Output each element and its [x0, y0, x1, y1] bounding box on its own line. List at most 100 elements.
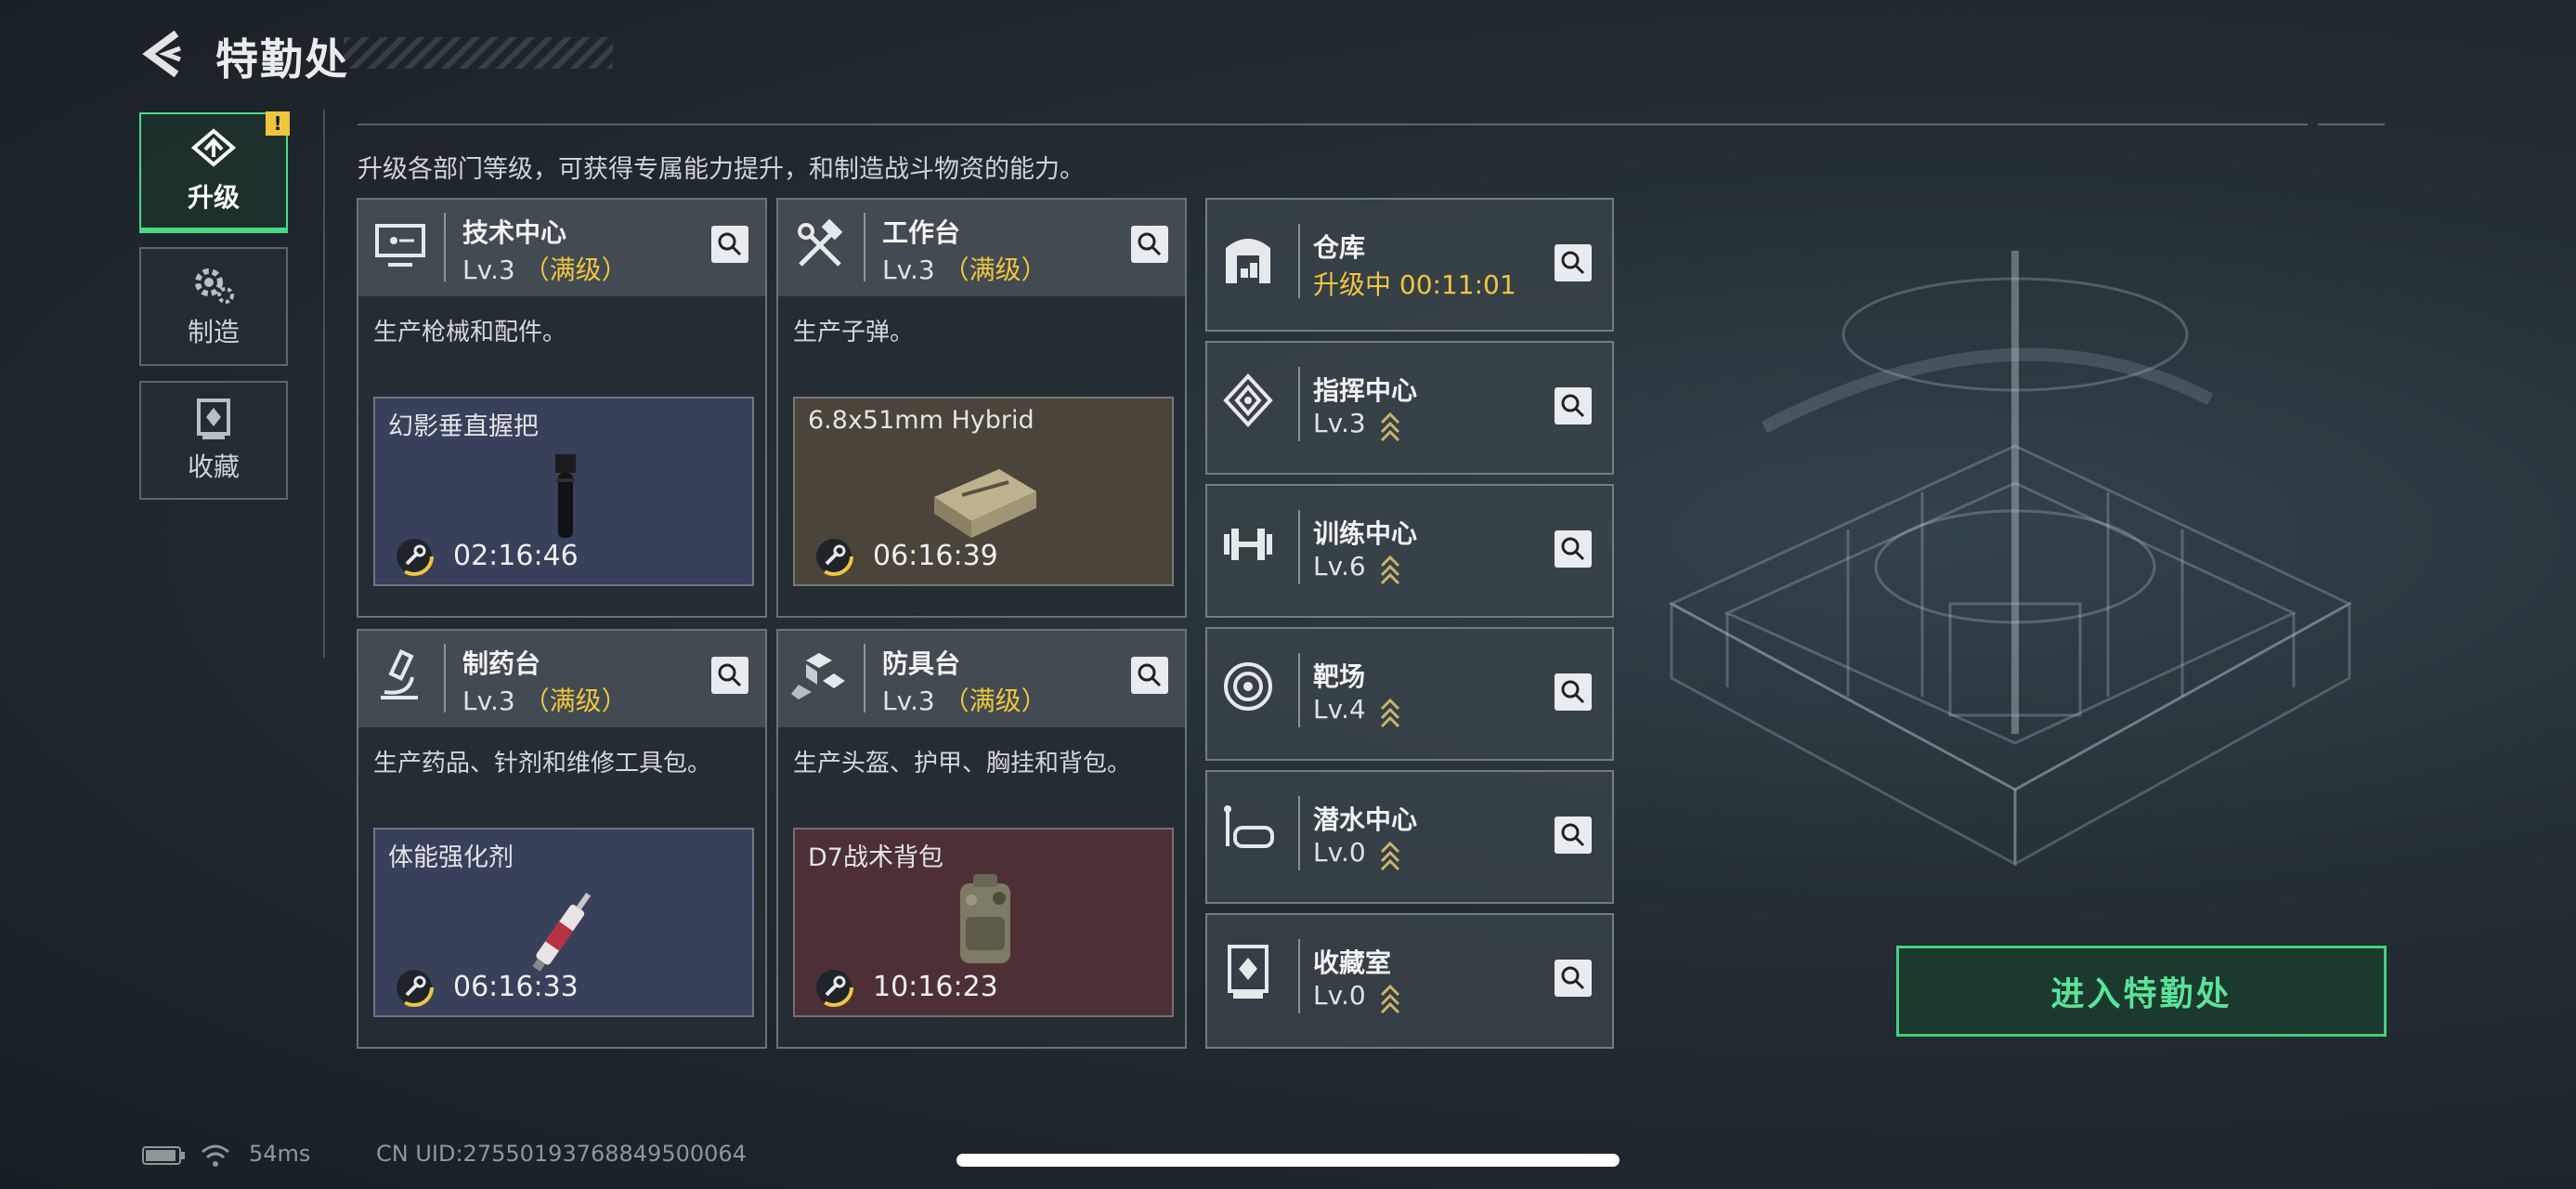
max-level-tag: （满级） — [943, 255, 1047, 285]
craft-gear-icon — [195, 268, 234, 304]
facility-level: Lv.0 — [1313, 837, 1366, 868]
dept-card-tech-center[interactable]: 技术中心 Lv.3 （满级） 生产枪械和配件。 幻影垂直握把 02:16:46 — [357, 198, 767, 618]
search-icon[interactable] — [1555, 817, 1592, 854]
upgrade-chevron-icon — [1380, 841, 1400, 870]
search-icon[interactable] — [711, 226, 748, 263]
search-icon[interactable] — [1555, 530, 1592, 568]
dept-card-workbench[interactable]: 工作台 Lv.3 （满级） 生产子弹。 6.8x51mm Hybrid 06:1… — [776, 198, 1187, 618]
facility-level: Lv.4 — [1313, 694, 1366, 725]
search-icon[interactable] — [1131, 226, 1168, 263]
tab-collection[interactable]: 收藏 — [139, 381, 288, 500]
dept-description: 生产枪械和配件。 — [373, 319, 567, 346]
upgrade-icon — [190, 128, 237, 167]
target-icon — [1224, 662, 1272, 711]
facility-name: 指挥中心 — [1313, 375, 1418, 406]
production-slot[interactable]: 6.8x51mm Hybrid 06:16:39 — [793, 397, 1174, 586]
dept-level: Lv.3 （满级） — [882, 681, 1047, 718]
facility-row-training-center[interactable]: 训练中心 Lv.6 — [1205, 484, 1614, 618]
divider — [1298, 939, 1300, 1013]
facility-row-collection-room[interactable]: 收藏室 Lv.0 — [1205, 913, 1614, 1049]
production-timer: 06:16:39 — [873, 540, 998, 572]
search-icon[interactable] — [1555, 673, 1592, 711]
divider — [864, 644, 865, 712]
production-timer: 10:16:23 — [873, 971, 998, 1003]
search-icon[interactable] — [1555, 960, 1592, 997]
dept-level: Lv.3 （满级） — [462, 681, 628, 718]
dept-name: 制药台 — [462, 648, 541, 679]
facility-level: Lv.6 — [1313, 551, 1366, 581]
facility-name: 靶场 — [1313, 661, 1366, 692]
tab-craft[interactable]: 制造 — [139, 247, 288, 366]
dept-card-armor-bench[interactable]: 防具台 Lv.3 （满级） 生产头盔、护甲、胸挂和背包。 D7战术背包 10:1… — [776, 629, 1187, 1049]
microscope-icon — [381, 649, 418, 699]
product-name: D7战术背包 — [808, 843, 943, 872]
max-level-tag: （满级） — [523, 255, 628, 285]
facility-name: 仓库 — [1313, 232, 1366, 263]
tab-label: 制造 — [187, 317, 240, 347]
upgrade-chevron-icon — [1380, 412, 1400, 441]
backpack-image — [960, 874, 1010, 963]
production-slot[interactable]: 幻影垂直握把 02:16:46 — [373, 397, 754, 586]
wrench-timer-icon — [814, 968, 853, 1007]
product-name: 幻影垂直握把 — [388, 412, 539, 441]
vertical-grip-image — [555, 454, 576, 538]
warehouse-icon — [1226, 239, 1270, 283]
production-slot[interactable]: D7战术背包 10:16:23 — [793, 828, 1174, 1017]
command-icon — [1223, 373, 1273, 427]
divider — [1298, 367, 1300, 441]
upgrade-chevron-icon — [1380, 984, 1400, 1013]
facility-level: Lv.0 — [1313, 980, 1366, 1011]
diving-mask-icon — [1224, 805, 1274, 848]
dept-description: 生产头盔、护甲、胸挂和背包。 — [793, 750, 1132, 777]
page-subtitle: 升级各部门等级，可获得专属能力提升，和制造战斗物资的能力。 — [358, 155, 1085, 184]
enter-button[interactable]: 进入特勤处 — [1896, 946, 2387, 1037]
collection-room-icon — [1228, 945, 1268, 999]
dumbbell-icon — [1224, 529, 1272, 560]
divider — [1298, 796, 1300, 870]
search-icon[interactable] — [1555, 244, 1592, 281]
divider — [444, 213, 446, 281]
tab-label: 升级 — [187, 182, 240, 213]
facility-row-shooting-range[interactable]: 靶场 Lv.4 — [1205, 627, 1614, 761]
tools-icon — [798, 218, 843, 267]
collection-icon — [197, 399, 230, 439]
divider — [1298, 510, 1300, 584]
facility-row-warehouse[interactable]: 仓库 升级中 00:11:01 — [1205, 198, 1614, 332]
dept-description: 生产子弹。 — [793, 319, 915, 346]
base-hologram-image — [1668, 251, 2353, 867]
production-timer: 06:16:33 — [453, 971, 579, 1003]
battery-icon — [142, 1146, 185, 1165]
facility-level: Lv.3 — [1313, 408, 1366, 438]
home-indicator[interactable] — [956, 1154, 1620, 1167]
max-level-tag: （满级） — [943, 686, 1047, 716]
divider — [444, 644, 446, 712]
dept-card-pharmacy[interactable]: 制药台 Lv.3 （满级） 生产药品、针剂和维修工具包。 体能强化剂 06:16… — [357, 629, 767, 1049]
upgrade-countdown: 升级中 00:11:01 — [1313, 269, 1516, 300]
level-text: Lv.3 — [882, 686, 935, 716]
dept-level: Lv.3 （满级） — [462, 250, 628, 287]
search-icon[interactable] — [1555, 387, 1592, 425]
facility-row-diving-center[interactable]: 潜水中心 Lv.0 — [1205, 770, 1614, 904]
facility-name: 训练中心 — [1313, 518, 1418, 549]
ping-text: 54ms — [249, 1141, 311, 1167]
search-icon[interactable] — [711, 657, 748, 694]
divider — [2318, 124, 2385, 125]
divider — [358, 124, 2308, 125]
search-icon[interactable] — [1131, 657, 1168, 694]
back-arrow-icon[interactable] — [139, 28, 186, 80]
dept-description: 生产药品、针剂和维修工具包。 — [373, 750, 712, 777]
divider — [864, 213, 865, 281]
divider — [1298, 224, 1300, 298]
monitor-icon — [375, 224, 425, 267]
production-slot[interactable]: 体能强化剂 06:16:33 — [373, 828, 754, 1017]
title-decoration — [344, 37, 613, 69]
level-text: Lv.3 — [462, 255, 515, 285]
wrench-timer-icon — [395, 537, 434, 576]
facility-row-command-center[interactable]: 指挥中心 Lv.3 — [1205, 341, 1614, 475]
dept-name: 技术中心 — [462, 217, 567, 248]
level-text: Lv.3 — [882, 255, 935, 285]
ammo-box-image — [934, 469, 1036, 538]
upgrade-chevron-icon — [1380, 555, 1400, 584]
dept-name: 防具台 — [882, 648, 961, 679]
dept-name: 工作台 — [882, 217, 961, 248]
